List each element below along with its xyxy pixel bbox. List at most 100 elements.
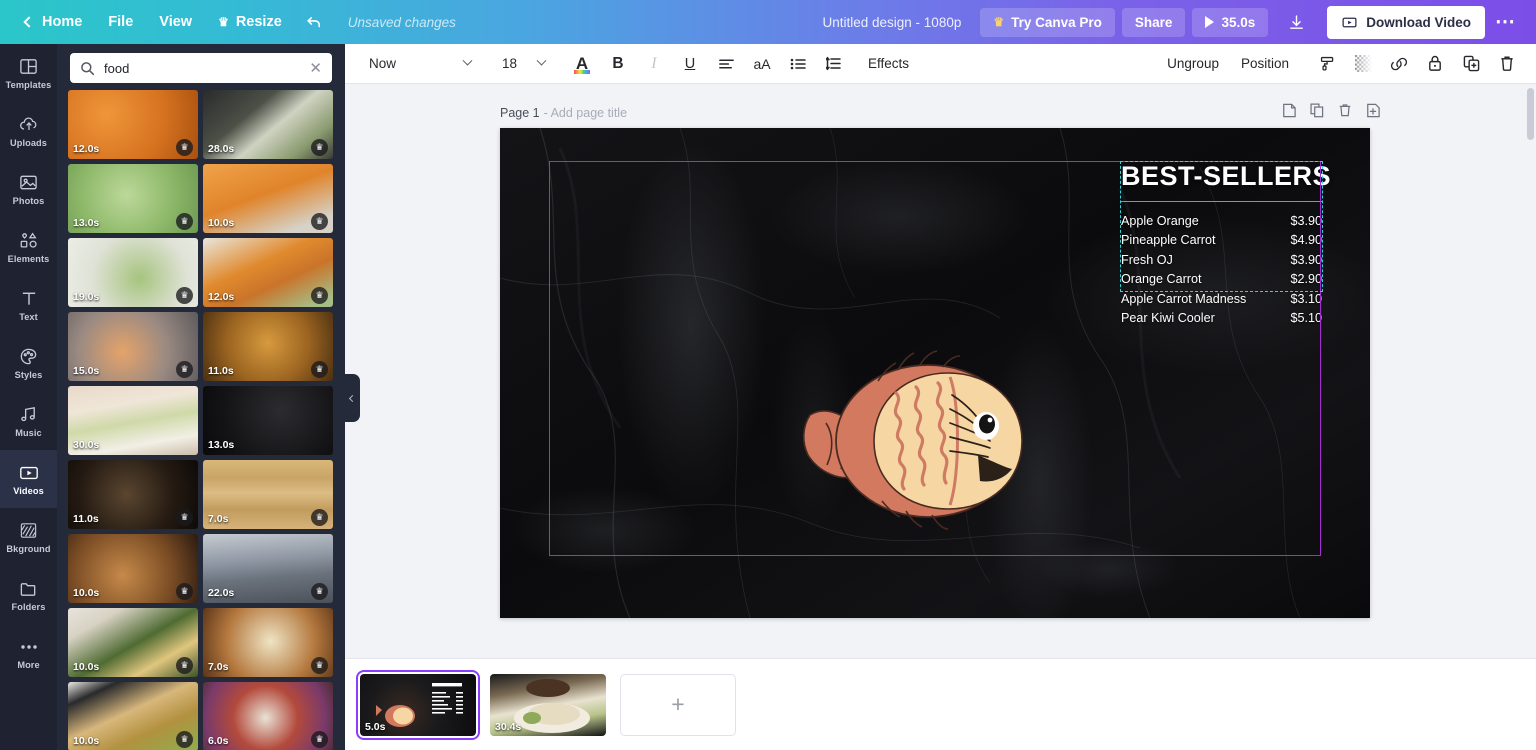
delete-button[interactable] [1492,49,1522,79]
resize-button[interactable]: ♛ Resize [205,8,295,36]
ellipsis-icon [19,636,39,657]
video-thumbnail[interactable]: 13.0s [203,386,333,455]
sidebar-item-bkground[interactable]: Bkground [0,508,57,566]
unsaved-status: Unsaved changes [347,14,456,30]
page-duplicate-button[interactable] [1310,103,1324,123]
undo-button[interactable] [295,7,334,38]
copy-style-button[interactable] [1312,49,1342,79]
video-thumbnail[interactable]: 7.0s ♛ [203,460,333,529]
add-page-button[interactable] [1366,103,1380,123]
page-delete-button[interactable] [1338,103,1352,123]
crown-icon: ♛ [176,509,193,526]
italic-button[interactable]: I [639,49,669,79]
timeline-clip[interactable]: 5.0s [356,669,480,740]
video-thumbnail[interactable]: 12.0s ♛ [68,90,198,159]
download-video-button[interactable]: Download Video [1327,5,1485,39]
video-duration: 7.0s [208,661,229,673]
timeline-clip[interactable]: 30.4s [490,673,606,736]
menu-item-price: $5.10 [1290,311,1322,326]
music-note-icon [19,404,38,425]
try-canva-pro-button[interactable]: ♛ Try Canva Pro [980,7,1115,37]
video-thumbnail[interactable]: 11.0s ♛ [68,460,198,529]
sidebar-item-uploads[interactable]: Uploads [0,102,57,160]
video-thumbnail[interactable]: 10.0s ♛ [203,164,333,233]
sidebar-item-label: Elements [7,254,50,264]
add-page-tile[interactable]: + [620,673,736,736]
menu-item-price: $3.90 [1290,252,1322,267]
ungroup-button[interactable]: Ungroup [1156,49,1230,78]
sidebar-item-music[interactable]: Music [0,392,57,450]
more-options-button[interactable]: ⋯ [1485,11,1526,33]
video-thumbnail[interactable]: 10.0s ♛ [68,608,198,677]
bold-button[interactable]: B [603,49,633,79]
design-title[interactable]: Untitled design - 1080p [811,9,974,36]
video-thumbnail[interactable]: 19.0s ♛ [68,238,198,307]
position-button[interactable]: Position [1230,49,1300,78]
timeline-bar: 5.0s 30.4s + [345,658,1536,750]
sidebar-item-videos[interactable]: Videos [0,450,57,508]
preview-button[interactable]: 35.0s [1192,7,1269,37]
menu-text-block[interactable]: BEST-SELLERS Apple Orange $3.90 Pineapple … [1121,162,1331,329]
text-case-button[interactable]: aA [747,49,777,79]
result-row: 15.0s ♛ 11.0s ♛ [68,312,334,381]
menu-item: Pineapple Carrot $4.90 [1121,231,1322,251]
video-duration: 11.0s [208,365,234,377]
add-page-title[interactable]: - Add page title [544,106,627,120]
sidebar-item-label: Folders [11,602,46,612]
video-thumbnail[interactable]: 22.0s ♛ [203,534,333,603]
sidebar-item-elements[interactable]: Elements [0,218,57,276]
try-pro-label: Try Canva Pro [1011,14,1102,30]
view-menu[interactable]: View [146,8,205,36]
canvas-scrollbar[interactable] [1527,88,1534,140]
video-duration: 13.0s [73,217,100,229]
video-icon [19,462,39,483]
share-button[interactable]: Share [1121,7,1186,37]
video-thumbnail[interactable]: 15.0s ♛ [68,312,198,381]
transparency-button[interactable] [1348,49,1378,79]
clear-search-icon[interactable]: ✕ [309,61,322,76]
design-canvas[interactable]: BEST-SELLERS Apple Orange $3.90 Pineapple … [500,128,1370,618]
video-thumbnail[interactable]: 11.0s ♛ [203,312,333,381]
crown-icon: ♛ [176,657,193,674]
sidebar-item-templates[interactable]: Templates [0,44,57,102]
video-thumbnail[interactable]: 10.0s ♛ [68,534,198,603]
video-thumbnail[interactable]: 28.0s ♛ [203,90,333,159]
file-menu[interactable]: File [95,8,146,36]
lock-button[interactable] [1420,49,1450,79]
align-button[interactable] [711,49,741,79]
menu-item-name: Orange Carrot [1121,272,1202,287]
video-thumbnail[interactable]: 6.0s ♛ [203,682,333,750]
video-duration: 10.0s [73,587,100,599]
sidebar-item-text[interactable]: Text [0,276,57,334]
font-family-select[interactable]: Now [359,50,479,78]
download-video-label: Download Video [1366,14,1471,30]
download-icon-button[interactable] [1275,7,1318,38]
video-thumbnail[interactable]: 12.0s ♛ [203,238,333,307]
text-color-button[interactable]: A [567,49,597,79]
page-notes-button[interactable] [1282,103,1296,123]
sidebar-item-folders[interactable]: Folders [0,566,57,624]
list-button[interactable] [783,49,813,79]
panel-collapse-handle[interactable] [345,374,360,422]
video-thumbnail[interactable]: 7.0s ♛ [203,608,333,677]
video-thumbnail[interactable]: 30.0s [68,386,198,455]
home-button[interactable]: Home [12,8,95,36]
effects-button[interactable]: Effects [857,50,920,77]
search-box[interactable]: ✕ [70,53,332,83]
line-spacing-button[interactable] [819,49,849,79]
video-results-grid[interactable]: 12.0s ♛ 28.0s ♛ 13.0s ♛ 10.0s ♛ 19.0s ♛ 12.0s ♛ 15.0… [57,90,345,750]
duplicate-button[interactable] [1456,49,1486,79]
font-size-select[interactable]: 18 [493,50,551,78]
sidebar-item-styles[interactable]: Styles [0,334,57,392]
fish-illustration[interactable] [800,343,1035,538]
result-row: 13.0s ♛ 10.0s ♛ [68,164,334,233]
underline-button[interactable]: U [675,49,705,79]
crown-icon: ♛ [218,15,229,29]
search-input[interactable] [104,60,301,76]
sidebar-item-more[interactable]: More [0,624,57,682]
link-button[interactable] [1384,49,1414,79]
video-thumbnail[interactable]: 13.0s ♛ [68,164,198,233]
menu-item-price: $3.10 [1290,291,1322,306]
video-thumbnail[interactable]: 10.0s ♛ [68,682,198,750]
sidebar-item-photos[interactable]: Photos [0,160,57,218]
